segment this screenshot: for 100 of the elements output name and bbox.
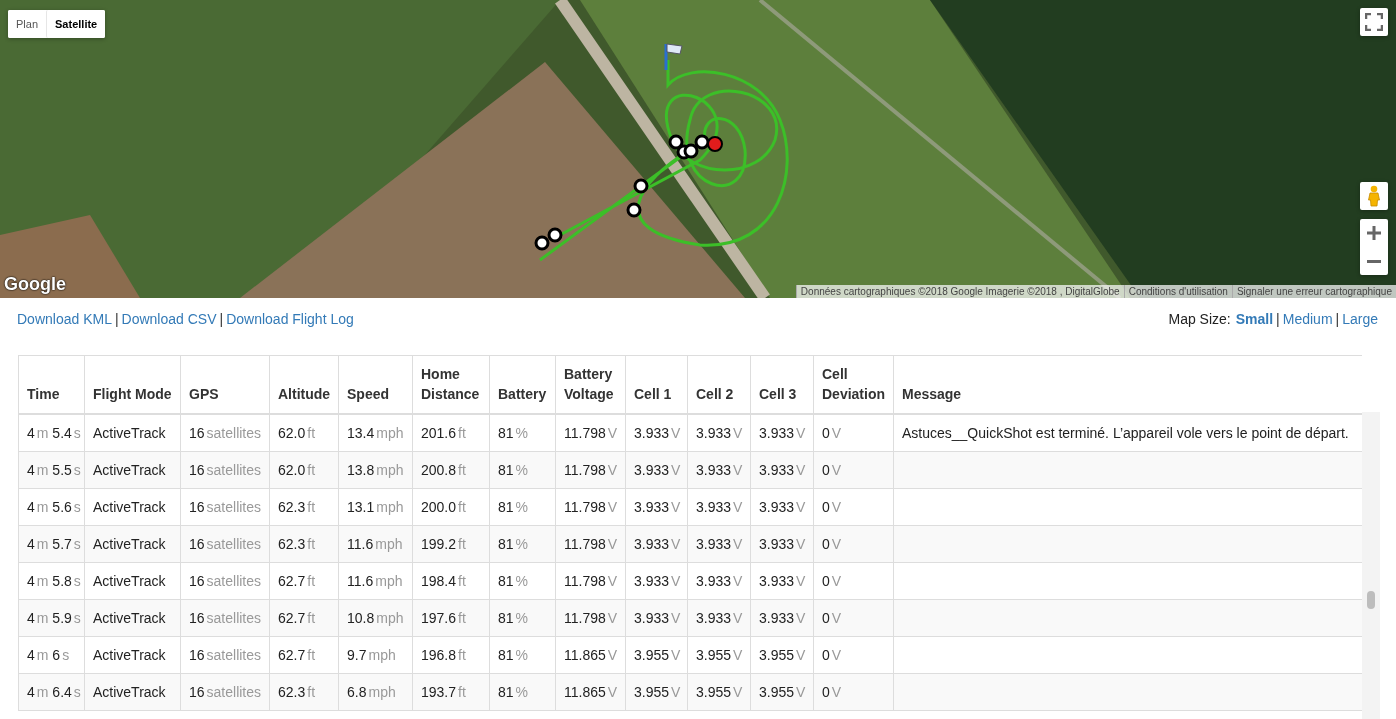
table-cell: 16 satellites (180, 673, 270, 711)
table-cell: 3.933V (750, 599, 814, 637)
table-cell: 62.7ft (269, 599, 339, 637)
scrollbar-thumb[interactable] (1367, 591, 1375, 609)
table-cell: 62.0ft (269, 451, 339, 489)
table-cell: 198.4ft (412, 562, 490, 600)
table-cell: 16 satellites (180, 599, 270, 637)
table-cell: 11.865V (555, 673, 626, 711)
table-cell: 6.8 mph (338, 673, 413, 711)
link-separator: | (114, 311, 119, 327)
download-link[interactable]: Download Flight Log (226, 311, 354, 327)
table-cell: 0V (813, 414, 894, 452)
table-cell: 200.0ft (412, 488, 490, 526)
table-cell: 0V (813, 673, 894, 711)
table-cell: 3.955V (750, 636, 814, 674)
download-link[interactable]: Download CSV (121, 311, 217, 327)
table-cell: 11.798 V (555, 562, 626, 600)
table-cell: 16 satellites (180, 451, 270, 489)
link-separator: | (1276, 311, 1280, 327)
table-cell: 11.6 mph (338, 562, 413, 600)
table-cell: ActiveTrack (84, 451, 181, 489)
table-cell: 11.798 V (555, 599, 626, 637)
table-cell: 81% (489, 673, 556, 711)
table-cell: 3.933V (625, 451, 688, 489)
table-cell: 196.8ft (412, 636, 490, 674)
table-cell: 9.7 mph (338, 636, 413, 674)
table-cell: 3.933V (687, 525, 751, 563)
map-size-label: Map Size: (1168, 311, 1231, 327)
table-cell: 197.6ft (412, 599, 490, 637)
table-cell: 16 satellites (180, 562, 270, 600)
table-cell: 4m 5.6 s (18, 488, 85, 526)
download-link[interactable]: Download KML (17, 311, 112, 327)
map-size-link[interactable]: Large (1342, 311, 1378, 327)
table-cell: ActiveTrack (84, 525, 181, 563)
table-cell: 62.3ft (269, 525, 339, 563)
map-type-tab[interactable]: Satellite (46, 10, 106, 38)
table-cell: 4m 5.7 s (18, 525, 85, 563)
table-cell: 62.0ft (269, 414, 339, 452)
table-cell: 3.933V (750, 451, 814, 489)
table-cell: 3.933V (750, 562, 814, 600)
plus-icon (1367, 226, 1381, 240)
table-cell: 4m 6 s (18, 636, 85, 674)
table-cell: 13.4 mph (338, 414, 413, 452)
table-cell: 4m 5.8 s (18, 562, 85, 600)
table-cell: ActiveTrack (84, 673, 181, 711)
table-cell: 4m 6.4s (18, 673, 85, 711)
table-cell: 13.1 mph (338, 488, 413, 526)
map-link[interactable]: Conditions d'utilisation (1123, 285, 1232, 298)
table-cell: 3.955V (625, 673, 688, 711)
map-size-link[interactable]: Small (1235, 311, 1274, 327)
table-cell: ActiveTrack (84, 562, 181, 600)
table-cell: 81% (489, 599, 556, 637)
table-cell: 4m 5.4s (18, 414, 85, 452)
link-separator: | (1335, 311, 1340, 327)
table-cell: 0V (813, 525, 894, 563)
map-logo: Google (4, 274, 66, 295)
table-cell: 81% (489, 488, 556, 526)
table-cell: 3.933V (687, 562, 751, 600)
table-cell: 0V (813, 562, 894, 600)
table-cell: 3.933V (687, 599, 751, 637)
table-cell: 201.6ft (412, 414, 490, 452)
table-cell: 193.7ft (412, 673, 490, 711)
map-type-tab[interactable]: Plan (8, 10, 47, 38)
table-cell: 16 satellites (180, 488, 270, 526)
table-cell: 81% (489, 414, 556, 452)
table-cell: ActiveTrack (84, 636, 181, 674)
minus-icon (1367, 259, 1381, 263)
table-cell: 0V (813, 488, 894, 526)
table-cell: ActiveTrack (84, 414, 181, 452)
table-cell: 81% (489, 562, 556, 600)
table-cell: ActiveTrack (84, 599, 181, 637)
table-cell: 16 satellites (180, 636, 270, 674)
table-cell: 200.8ft (412, 451, 490, 489)
table-cell: 199.2ft (412, 525, 490, 563)
table-cell: 0V (813, 451, 894, 489)
table-cell: 3.955V (625, 636, 688, 674)
table-cell: 3.955V (750, 673, 814, 711)
table-cell: 3.933V (750, 525, 814, 563)
table-cell: 3.955V (687, 636, 751, 674)
map-size-link[interactable]: Medium (1282, 311, 1333, 327)
table-cell: ActiveTrack (84, 488, 181, 526)
table-cell: 16 satellites (180, 525, 270, 563)
table-cell: 3.933V (625, 488, 688, 526)
table-cell: 11.798 V (555, 451, 626, 489)
map-attribution: Données cartographiques ©2018 Google Imagerie ©2018 , DigitalGlobe (795, 285, 1124, 298)
table-cell: 62.3ft (269, 673, 339, 711)
table-cell: 11.865V (555, 636, 626, 674)
table-cell: 0V (813, 636, 894, 674)
table-cell: 11.6 mph (338, 525, 413, 563)
table-cell: 0V (813, 599, 894, 637)
table-cell: 62.7ft (269, 562, 339, 600)
person-icon (1367, 185, 1381, 207)
map-link[interactable]: Signaler une erreur cartographique (1231, 285, 1396, 298)
fullscreen-button[interactable] (1360, 8, 1388, 36)
table-cell: 3.933V (625, 599, 688, 637)
table-cell: 11.798 V (555, 414, 626, 452)
table-cell: 3.933V (687, 414, 751, 452)
table-cell: 4m 5.5s (18, 451, 85, 489)
table-cell: 10.8 mph (338, 599, 413, 637)
link-separator: | (219, 311, 224, 327)
